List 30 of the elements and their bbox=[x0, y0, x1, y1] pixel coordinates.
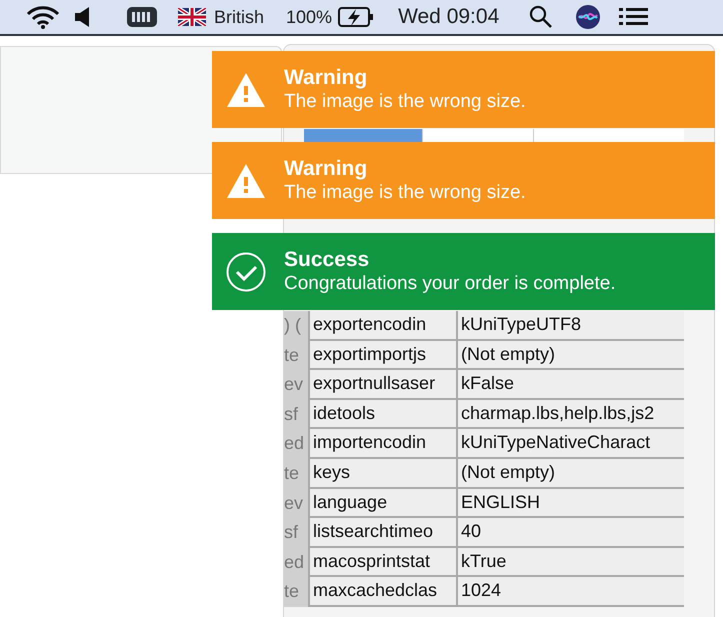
assistant-orb-icon[interactable] bbox=[575, 4, 602, 30]
check-circle-icon bbox=[226, 252, 266, 292]
notification-title: Success bbox=[284, 248, 370, 272]
label-fragment: ed bbox=[284, 432, 306, 456]
label-fragment: sf bbox=[284, 521, 300, 544]
battery-charging-icon[interactable] bbox=[338, 6, 374, 28]
search-icon[interactable] bbox=[529, 5, 554, 29]
keyboard-layout[interactable]: British bbox=[214, 6, 264, 28]
wifi-icon[interactable] bbox=[26, 5, 60, 29]
notification-message: The image is the wrong size. bbox=[284, 90, 526, 114]
label-fragment: te bbox=[284, 462, 300, 485]
battery-icon[interactable] bbox=[126, 6, 158, 28]
flag-icon[interactable] bbox=[178, 8, 206, 26]
label-fragment: ed bbox=[284, 550, 306, 574]
warning-icon bbox=[226, 72, 266, 108]
battery-percentage: 100% bbox=[286, 6, 332, 28]
notification-title: Warning bbox=[284, 156, 368, 180]
notification-message: Congratulations your order is complete. bbox=[284, 272, 616, 296]
speaker-icon[interactable] bbox=[74, 7, 90, 27]
notification-message: The image is the wrong size. bbox=[284, 180, 526, 204]
menu-list-icon[interactable] bbox=[619, 7, 650, 27]
label-fragment: ev bbox=[284, 373, 304, 396]
label-fragment: te bbox=[284, 580, 300, 604]
label-fragment: ) ( bbox=[284, 314, 302, 337]
label-fragment: sf bbox=[284, 402, 300, 426]
label-fragment: ev bbox=[284, 492, 304, 515]
menu-clock[interactable]: Wed 09:04 bbox=[398, 5, 500, 29]
notification-title: Warning bbox=[284, 66, 368, 90]
label-fragment: te bbox=[284, 344, 300, 367]
warning-icon bbox=[226, 162, 266, 198]
